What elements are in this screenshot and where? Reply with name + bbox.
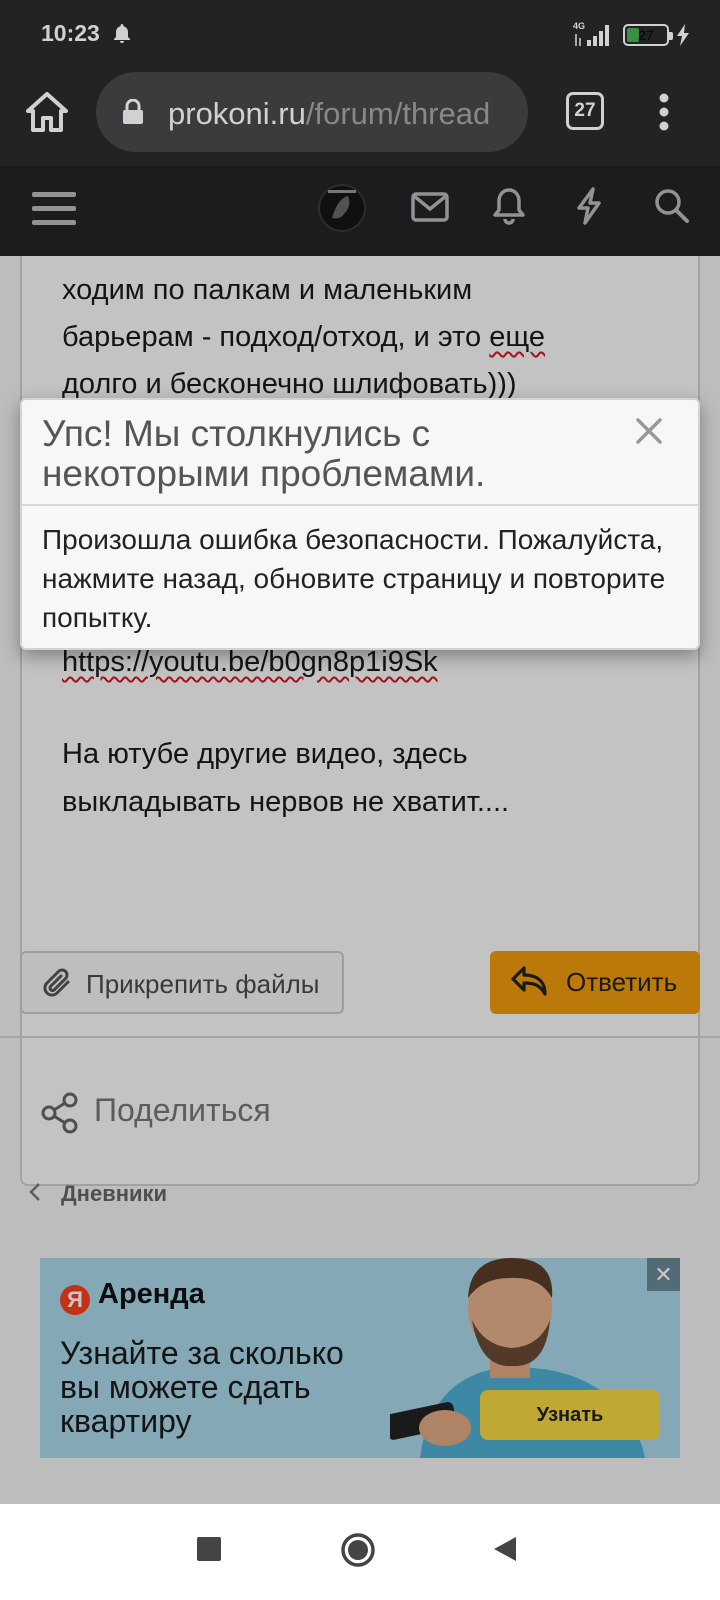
dialog-message: Произошла ошибка безопасности. Пожалуйст… (42, 524, 666, 633)
close-icon[interactable] (634, 416, 664, 446)
system-nav-bar (0, 1504, 720, 1600)
recents-square-icon[interactable] (196, 1536, 222, 1562)
error-dialog: Упс! Мы столкнулись с некоторыми проблем… (20, 398, 700, 650)
modal-backdrop-top (0, 0, 720, 166)
modal-backdrop[interactable] (0, 166, 720, 1504)
dialog-title: Упс! Мы столкнулись с некоторыми проблем… (42, 413, 486, 494)
back-triangle-icon[interactable] (492, 1535, 518, 1563)
home-circle-icon[interactable] (340, 1532, 376, 1568)
dialog-divider (22, 504, 698, 506)
